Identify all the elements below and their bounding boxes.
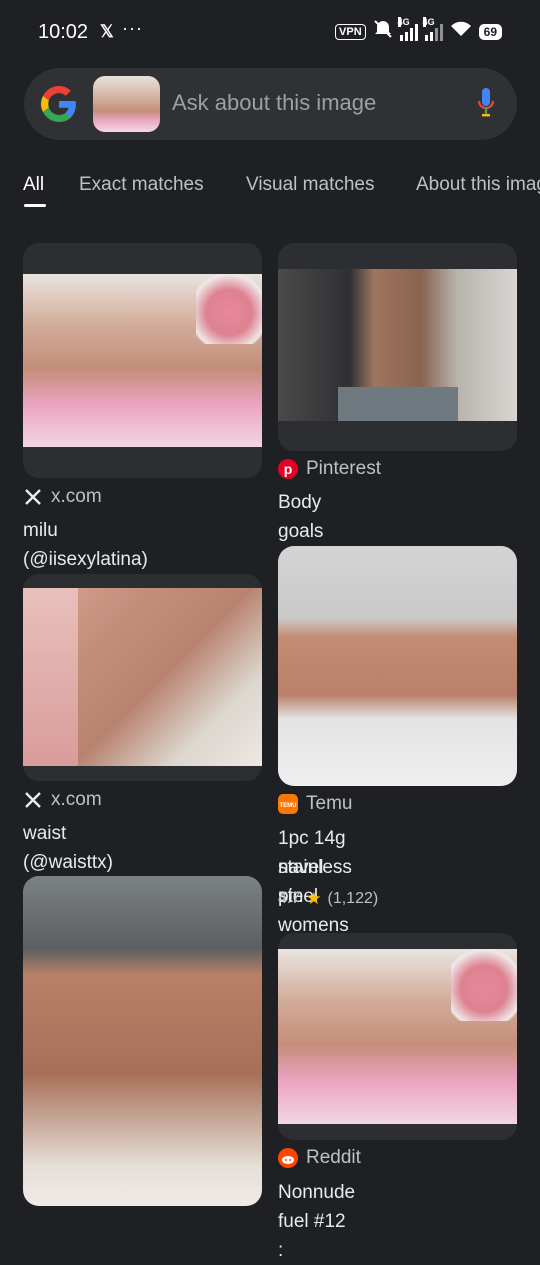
rating-value: 4.7 (278, 890, 301, 907)
star-icon: ★ (306, 889, 322, 908)
x-notification-icon: 𝕏 (100, 22, 114, 41)
result-image[interactable] (278, 933, 517, 1140)
active-tab-indicator (24, 204, 46, 207)
wifi-icon (450, 21, 472, 42)
signal-icon: 4G (397, 16, 418, 41)
result-source[interactable]: Reddit (306, 1147, 361, 1169)
tab-exact-matches[interactable]: Exact matches (79, 174, 204, 196)
tab-visual-matches[interactable]: Visual matches (246, 174, 375, 196)
result-image[interactable] (23, 876, 262, 1206)
result-image[interactable] (23, 243, 262, 478)
svg-text:p: p (284, 461, 293, 477)
signal-icon-2: 4G (422, 16, 443, 41)
result-image[interactable] (278, 546, 517, 786)
result-source[interactable]: x.com (51, 789, 102, 811)
rating-row: 4.7 ★ (1,122) (278, 889, 378, 909)
search-input[interactable]: Ask about this image (172, 90, 376, 116)
x-logo-icon (23, 487, 43, 507)
status-bar: 10:02 𝕏 ··· VPN 4G 4G 69 (0, 0, 540, 62)
x-logo-icon (23, 790, 43, 810)
pinterest-icon: p (278, 459, 298, 479)
review-count: (1,122) (327, 890, 379, 907)
reddit-icon (278, 1148, 298, 1168)
result-source[interactable]: x.com (51, 486, 102, 508)
tab-all[interactable]: All (23, 174, 44, 196)
temu-icon: TEMU (278, 794, 298, 814)
result-source[interactable]: Temu (306, 793, 352, 815)
result-source[interactable]: Pinterest (306, 458, 381, 480)
google-logo-icon (41, 86, 77, 127)
mute-icon (373, 20, 393, 43)
filter-tabs: All Exact matches Visual matches About t… (0, 174, 540, 210)
result-title[interactable]: Nonnude fuel #12 : (278, 1178, 355, 1265)
vpn-badge: VPN (335, 23, 366, 40)
svg-text:TEMU: TEMU (280, 803, 297, 809)
query-image-thumbnail[interactable] (93, 76, 160, 132)
search-bar[interactable]: Ask about this image (24, 68, 517, 140)
battery-icon: 69 (478, 23, 502, 40)
more-notifications-icon: ··· (122, 18, 143, 38)
clock: 10:02 (38, 21, 89, 43)
tab-about-this-image[interactable]: About this image (416, 174, 540, 196)
result-image[interactable] (278, 243, 517, 451)
mic-icon[interactable] (477, 88, 495, 125)
result-image[interactable] (23, 574, 262, 781)
